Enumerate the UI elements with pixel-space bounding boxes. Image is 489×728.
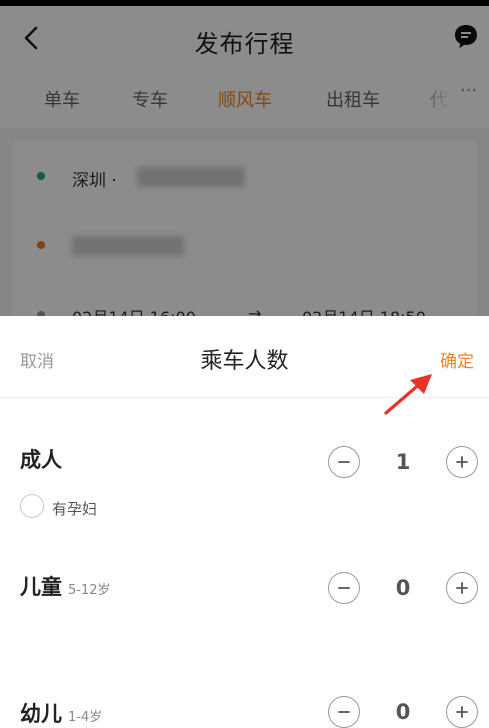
child-label: 儿童 (20, 575, 62, 599)
plus-icon (456, 456, 468, 468)
child-count: 0 (395, 576, 411, 600)
pregnant-label: 有孕妇 (52, 500, 98, 518)
adult-row-label: 成人 (20, 444, 62, 474)
confirm-button[interactable]: 确定 (440, 347, 474, 372)
sheet-title: 乘车人数 (200, 349, 289, 374)
annotation-arrow-icon (384, 374, 432, 415)
child-row-label: 儿童 5-12岁 (20, 571, 111, 601)
pregnant-checkbox[interactable] (20, 494, 44, 518)
adult-minus-button[interactable] (328, 446, 360, 478)
infant-label: 幼儿 (20, 702, 62, 726)
infant-row-label: 幼儿 1-4岁 (20, 698, 102, 728)
minus-icon (338, 587, 350, 589)
minus-icon (338, 461, 350, 463)
minus-icon (338, 711, 350, 713)
child-plus-button[interactable] (446, 572, 478, 604)
child-age-range: 5-12岁 (68, 583, 111, 598)
adult-plus-button[interactable] (446, 446, 478, 478)
infant-minus-button[interactable] (328, 696, 360, 728)
infant-age-range: 1-4岁 (68, 710, 103, 725)
plus-icon (456, 582, 468, 594)
adult-count: 1 (395, 450, 411, 474)
plus-icon (456, 706, 468, 718)
adult-label: 成人 (20, 448, 62, 472)
infant-plus-button[interactable] (446, 696, 478, 728)
child-minus-button[interactable] (328, 572, 360, 604)
infant-count: 0 (395, 700, 411, 724)
